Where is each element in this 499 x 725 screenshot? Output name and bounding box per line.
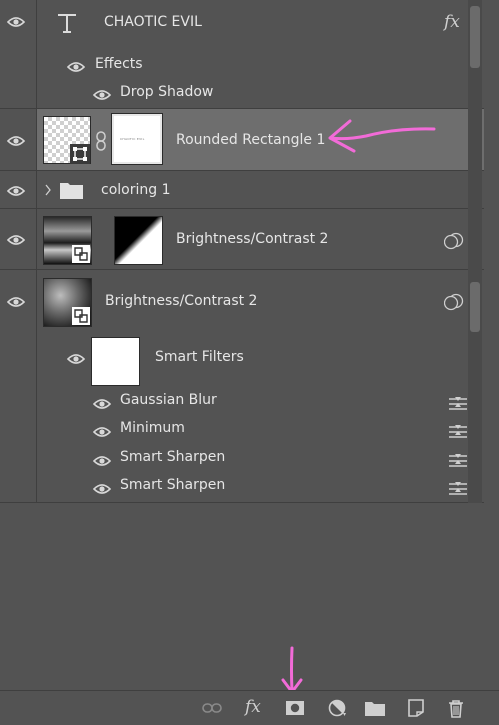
layer-name-brightness-contrast[interactable]: Brightness/Contrast 2 xyxy=(176,231,328,247)
filter-visibility-eye-icon[interactable] xyxy=(93,455,111,467)
annotation-arrow-icon xyxy=(328,119,436,153)
layer-name-brightness-contrast-smart[interactable]: Brightness/Contrast 2 xyxy=(105,293,257,309)
annotation-down-arrow-icon xyxy=(281,646,303,694)
new-group-folder-icon[interactable] xyxy=(364,698,386,718)
smart-filters-mask-thumbnail[interactable] xyxy=(91,337,140,386)
visibility-eye-icon[interactable] xyxy=(7,16,25,28)
blending-options-icon[interactable] xyxy=(448,481,468,497)
vector-shape-icon xyxy=(70,144,90,164)
visibility-eye-icon[interactable] xyxy=(7,185,25,197)
folder-icon xyxy=(60,183,83,199)
smart-filter-badge-icon[interactable] xyxy=(444,232,464,250)
filter-item-smart-sharpen[interactable]: Smart Sharpen xyxy=(120,477,225,493)
filter-visibility-eye-icon[interactable] xyxy=(93,426,111,438)
scrollbar-thumb[interactable] xyxy=(470,6,480,68)
scrollbar-thumb-secondary[interactable] xyxy=(470,282,480,332)
drop-shadow-visibility-eye-icon[interactable] xyxy=(93,89,111,101)
filter-item-minimum[interactable]: Minimum xyxy=(120,420,185,436)
blending-options-icon[interactable] xyxy=(448,453,468,469)
visibility-eye-icon[interactable] xyxy=(7,296,25,308)
link-icon[interactable] xyxy=(95,131,107,151)
text-layer-icon xyxy=(58,14,76,33)
smart-filters-label[interactable]: Smart Filters xyxy=(155,349,244,365)
layer-name-group-coloring[interactable]: coloring 1 xyxy=(101,182,170,198)
layer-name-rounded-rectangle[interactable]: Rounded Rectangle 1 xyxy=(176,132,325,148)
smart-filters-visibility-eye-icon[interactable] xyxy=(67,353,85,365)
effects-visibility-eye-icon[interactable] xyxy=(67,61,85,73)
layers-empty-area xyxy=(0,503,499,690)
filter-visibility-eye-icon[interactable] xyxy=(93,398,111,410)
layer-name-text[interactable]: CHAOTIC EVIL xyxy=(104,14,202,30)
mask-caption: CHAOTIC EVIL xyxy=(120,137,145,141)
effects-label: Effects xyxy=(95,56,143,72)
adjustment-mask-thumbnail[interactable] xyxy=(114,216,163,265)
filter-visibility-eye-icon[interactable] xyxy=(93,483,111,495)
layers-panel: CHAOTIC EVIL fx Effects Drop Shadow CHAO… xyxy=(0,0,499,725)
blending-options-icon[interactable] xyxy=(448,396,468,412)
fx-icon[interactable]: fx xyxy=(444,12,460,32)
filter-item-smart-sharpen[interactable]: Smart Sharpen xyxy=(120,449,225,465)
link-layers-icon[interactable] xyxy=(201,698,223,718)
smart-filter-badge-icon[interactable] xyxy=(444,293,464,311)
smart-object-icon xyxy=(72,245,90,263)
add-layer-style-icon[interactable]: fx xyxy=(245,697,261,717)
visibility-eye-icon[interactable] xyxy=(7,135,25,147)
add-mask-icon[interactable] xyxy=(284,698,306,718)
blending-options-icon[interactable] xyxy=(448,424,468,440)
chevron-right-icon[interactable] xyxy=(44,184,52,196)
smart-object-icon xyxy=(72,307,90,325)
visibility-eye-icon[interactable] xyxy=(7,234,25,246)
filter-item-gaussian-blur[interactable]: Gaussian Blur xyxy=(120,392,217,408)
adjustment-layer-icon[interactable] xyxy=(327,698,349,718)
delete-layer-trash-icon[interactable] xyxy=(445,698,467,718)
new-layer-icon[interactable] xyxy=(405,698,427,718)
drop-shadow-label[interactable]: Drop Shadow xyxy=(120,84,213,100)
layer-mask-thumbnail[interactable]: CHAOTIC EVIL xyxy=(111,113,163,165)
